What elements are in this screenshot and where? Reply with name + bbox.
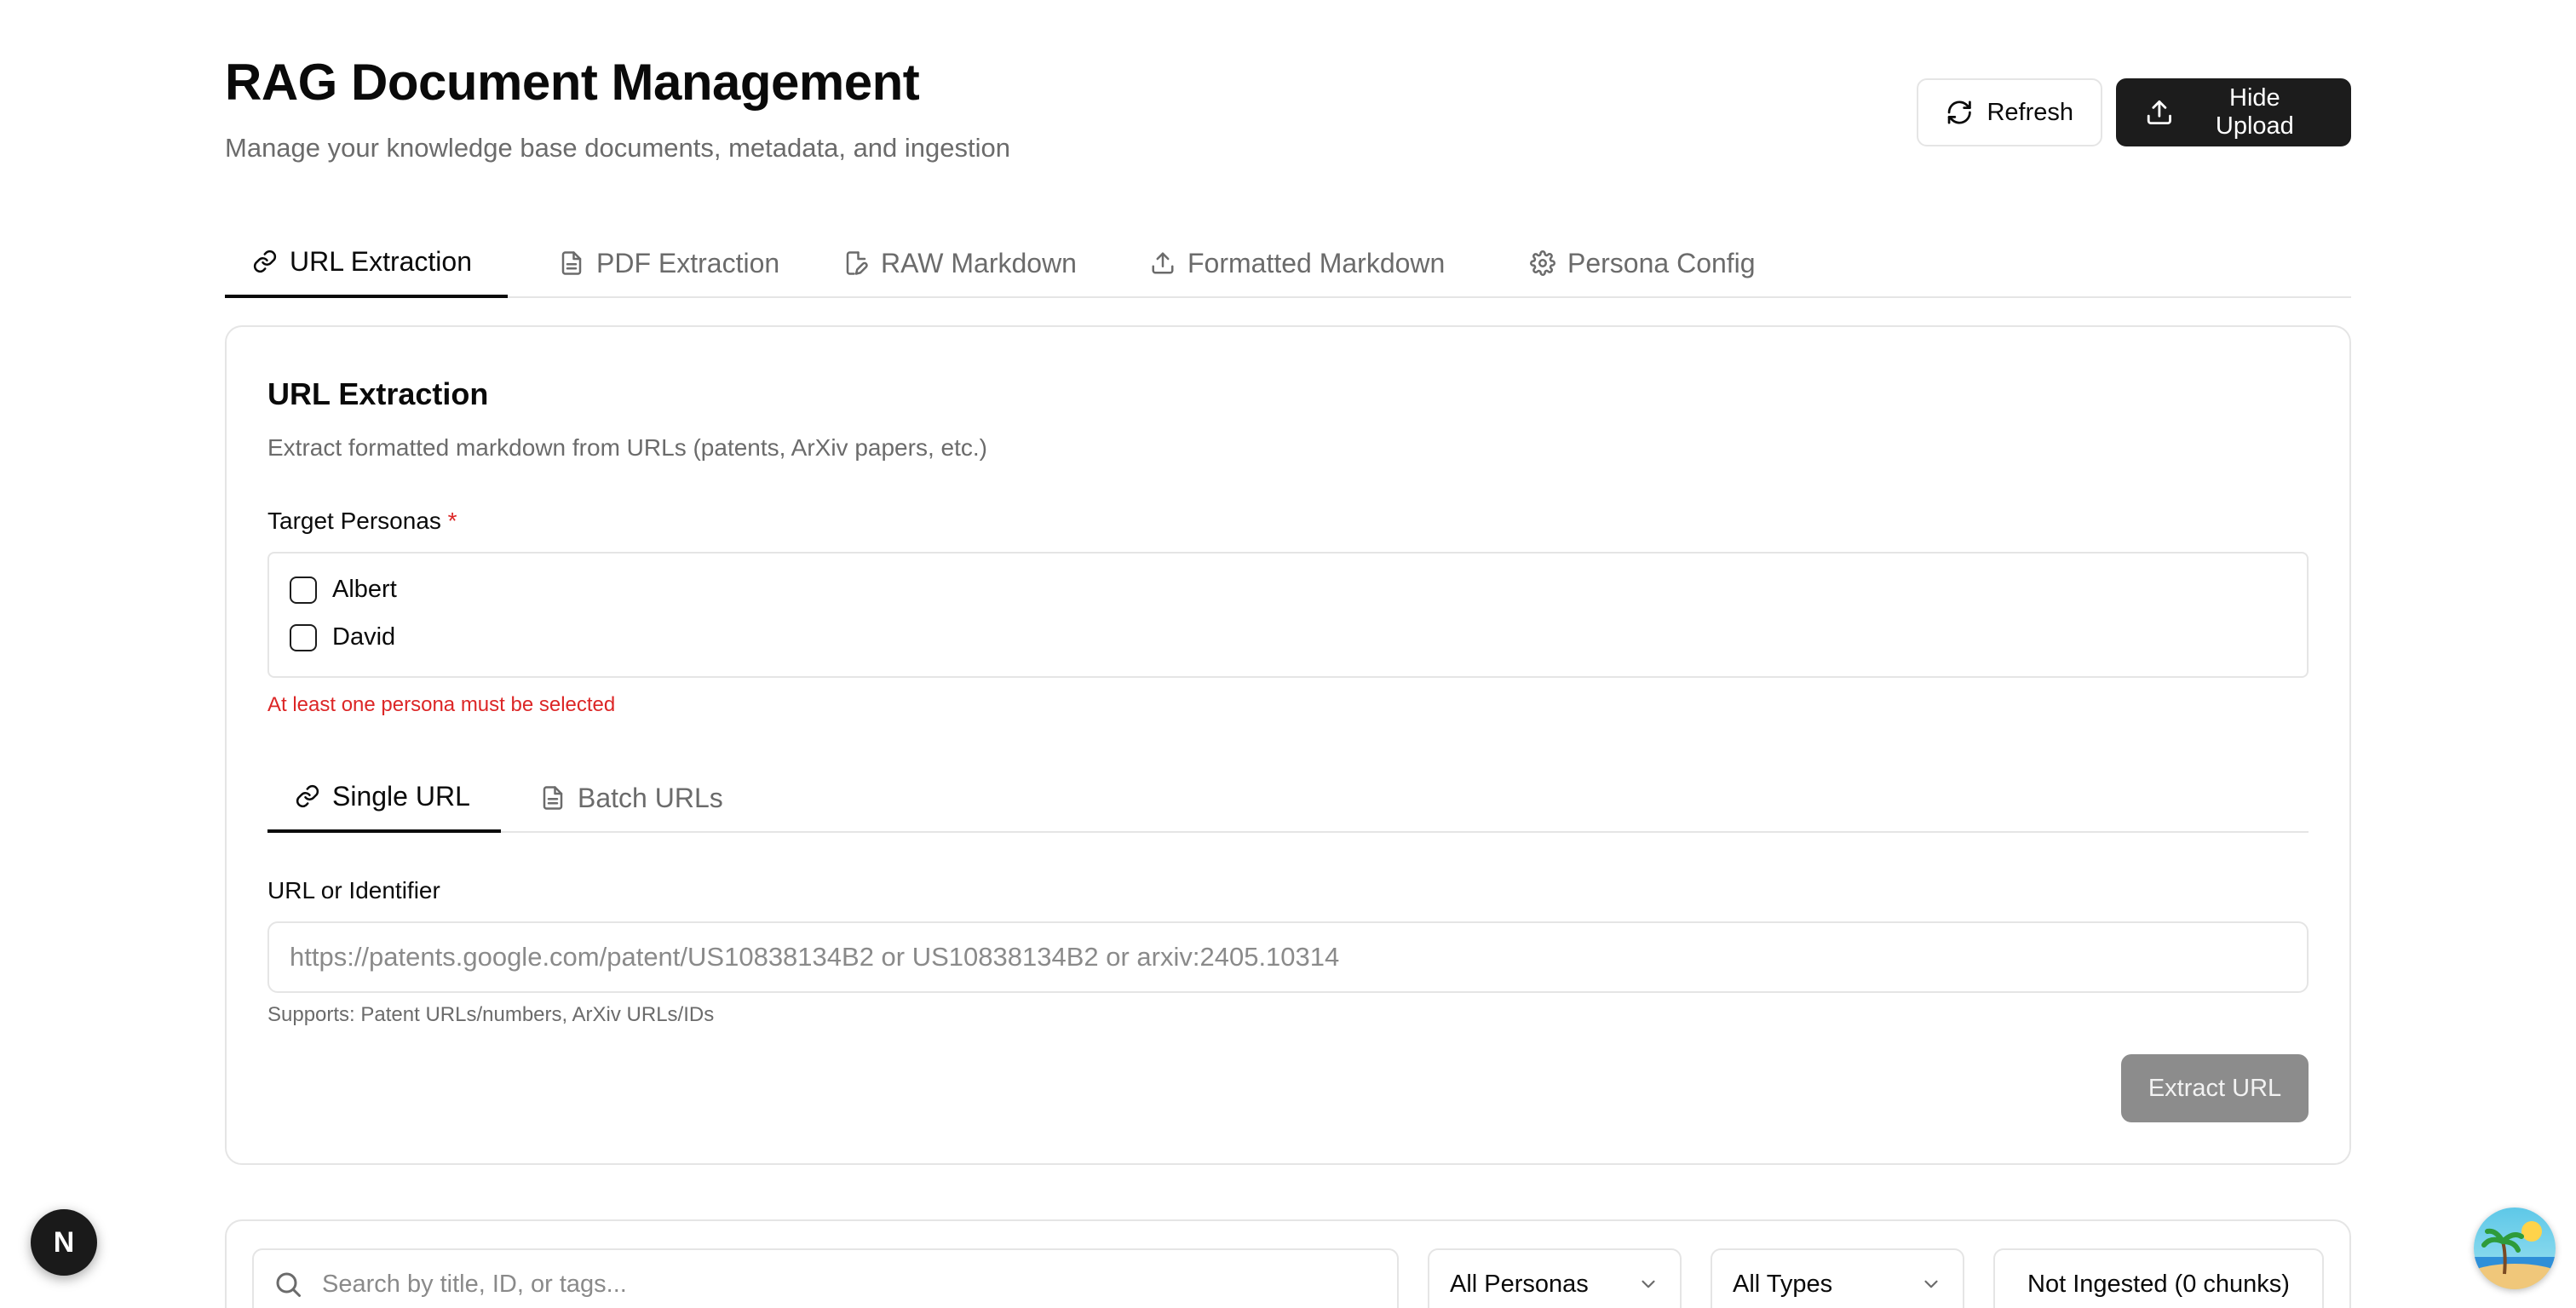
tab-label: RAW Markdown [881, 247, 1077, 278]
page-title: RAG Document Management [225, 54, 920, 111]
persona-checkbox[interactable] [290, 623, 317, 651]
main-container: RAG Document Management Manage your know… [225, 0, 2351, 1308]
target-personas-label: Target Personas * [267, 508, 457, 535]
persona-error-message: At least one persona must be selected [267, 693, 616, 716]
search-icon [276, 1272, 301, 1297]
search-box [252, 1248, 1399, 1308]
required-mark: * [447, 508, 457, 534]
subtab-label: Single URL [332, 780, 470, 812]
extraction-tabs: URL Extraction PDF Extraction RAW Markdo… [225, 228, 2351, 298]
persona-checkbox-group: Albert David [267, 552, 2309, 678]
chevron-down-icon [1642, 1280, 1655, 1288]
persona-option-david[interactable]: David [290, 623, 395, 651]
tab-batch-urls[interactable]: Batch URLs [513, 763, 750, 833]
hide-upload-button[interactable]: Hide Upload [2116, 78, 2351, 146]
tab-url-extraction[interactable]: URL Extraction [225, 228, 508, 298]
ingestion-status-filter[interactable]: Not Ingested (0 chunks) [1993, 1248, 2324, 1308]
gear-icon [1530, 250, 1555, 276]
url-mode-tabs: Single URL Batch URLs [267, 763, 2309, 833]
next-logo-icon: N [53, 1225, 75, 1259]
avatar[interactable] [2474, 1208, 2556, 1289]
tab-label: URL Extraction [290, 245, 472, 277]
url-hint: Supports: Patent URLs/numbers, ArXiv URL… [267, 1003, 715, 1026]
upload-icon [1152, 252, 1174, 274]
persona-checkbox[interactable] [290, 576, 317, 604]
select-value: All Types [1733, 1270, 1833, 1298]
tab-label: Persona Config [1567, 247, 1756, 278]
hide-upload-label: Hide Upload [2215, 84, 2294, 140]
file-edit-icon [846, 251, 868, 275]
persona-option-albert[interactable]: Albert [290, 576, 397, 604]
card-description: Extract formatted markdown from URLs (pa… [267, 434, 987, 461]
link-icon [296, 784, 319, 808]
tab-label: PDF Extraction [596, 247, 780, 278]
target-personas-text: Target Personas [267, 508, 441, 534]
extract-url-button[interactable]: Extract URL [2121, 1054, 2309, 1122]
search-input[interactable] [322, 1259, 1378, 1308]
url-input[interactable] [267, 921, 2309, 993]
refresh-button[interactable]: Refresh [1917, 78, 2102, 146]
tab-label: Formatted Markdown [1187, 247, 1446, 278]
card-title: URL Extraction [267, 376, 489, 411]
tab-single-url[interactable]: Single URL [267, 763, 501, 833]
tab-persona-config[interactable]: Persona Config [1503, 228, 1783, 298]
tab-pdf-extraction[interactable]: PDF Extraction [532, 228, 807, 298]
upload-icon [2147, 100, 2171, 125]
header-actions: Refresh Hide Upload [1917, 78, 2351, 146]
persona-name: Albert [332, 576, 397, 603]
nextjs-dev-badge[interactable]: N [31, 1209, 97, 1276]
file-text-icon [543, 786, 563, 810]
page-header: RAG Document Management Manage your know… [225, 0, 2351, 187]
link-icon [253, 250, 277, 273]
beach-avatar-icon [2474, 1208, 2556, 1289]
refresh-icon [1947, 100, 1971, 124]
file-text-icon [561, 251, 582, 275]
page-subtitle: Manage your knowledge base documents, me… [225, 133, 1010, 163]
chevron-down-icon [1924, 1280, 1938, 1288]
types-filter-select[interactable]: All Types [1711, 1248, 1964, 1308]
refresh-label: Refresh [1987, 98, 2073, 126]
tab-raw-markdown[interactable]: RAW Markdown [816, 228, 1104, 298]
url-field-label: URL or Identifier [267, 877, 440, 904]
tab-formatted-markdown[interactable]: Formatted Markdown [1123, 228, 1472, 298]
subtab-label: Batch URLs [578, 782, 723, 813]
persona-name: David [332, 623, 396, 651]
personas-filter-select[interactable]: All Personas [1428, 1248, 1682, 1308]
select-value: All Personas [1450, 1270, 1589, 1298]
